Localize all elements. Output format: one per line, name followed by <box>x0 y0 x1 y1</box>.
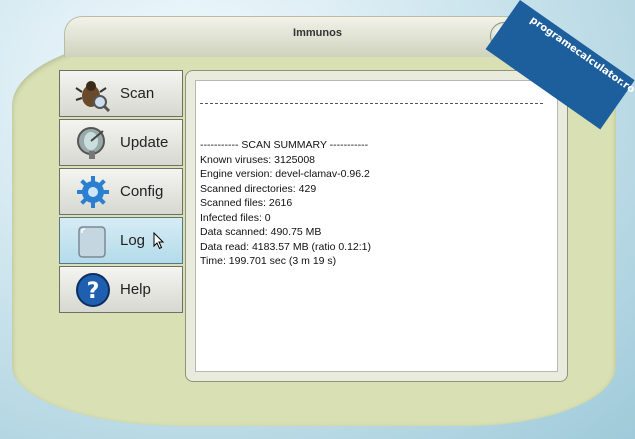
help-label: Help <box>120 281 151 298</box>
log-line: ----------- SCAN SUMMARY ----------- <box>200 139 369 151</box>
svg-text:?: ? <box>87 279 100 304</box>
question-mark-icon: ? <box>74 271 112 309</box>
log-textarea[interactable]: ----------- SCAN SUMMARY ----------- Kno… <box>195 80 558 372</box>
log-line: Data scanned: 490.75 MB <box>200 226 322 238</box>
config-button[interactable]: Config <box>59 168 183 215</box>
update-label: Update <box>120 134 169 151</box>
document-icon <box>74 222 112 260</box>
log-line: Data read: 4183.57 MB (ratio 0.12:1) <box>200 240 372 253</box>
log-line: Infected files: 0 <box>200 211 271 224</box>
log-line: Scanned directories: 429 <box>200 182 317 195</box>
log-line: Engine version: devel-clamav-0.96.2 <box>200 168 370 180</box>
bug-magnifier-icon <box>74 75 112 113</box>
log-line: Known viruses: 3125008 <box>200 153 315 166</box>
help-button[interactable]: ? Help <box>59 266 183 313</box>
log-button[interactable]: Log <box>59 217 183 264</box>
config-label: Config <box>120 183 164 200</box>
update-button[interactable]: Update <box>59 119 183 166</box>
scan-button[interactable]: Scan <box>59 70 183 117</box>
log-line: Scanned files: 2616 <box>200 197 293 209</box>
satellite-dish-icon <box>74 124 112 162</box>
log-line: Time: 199.701 sec (3 m 19 s) <box>200 255 337 267</box>
log-label: Log <box>120 232 146 249</box>
scan-label: Scan <box>120 85 155 102</box>
gear-icon <box>74 173 112 211</box>
mouse-cursor-icon <box>153 231 165 255</box>
